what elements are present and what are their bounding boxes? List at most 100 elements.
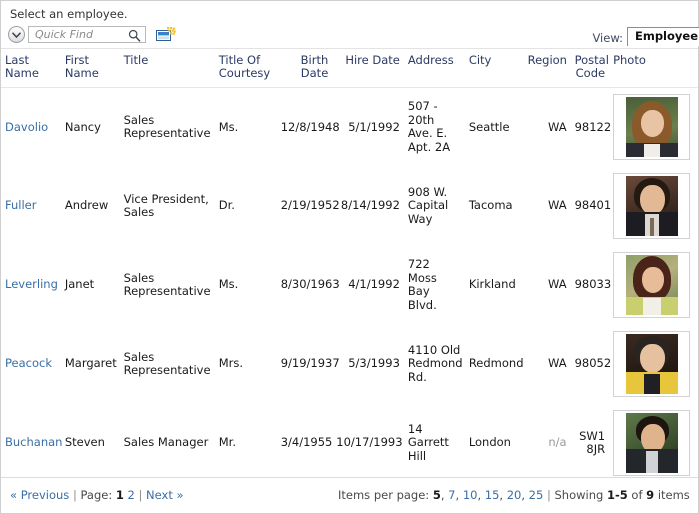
cell-last-name: Davolio xyxy=(1,88,61,167)
column-header-photo[interactable]: Photo xyxy=(609,49,698,88)
column-header-title-of-courtesy[interactable]: Title Of Courtesy xyxy=(215,49,277,88)
table-row[interactable]: Davolio Nancy Sales Representative Ms. 1… xyxy=(1,88,698,167)
cell-title: Sales Representative xyxy=(123,270,211,298)
cell-birth-date: 12/8/1948 xyxy=(280,119,340,134)
column-header-first-name[interactable]: First Name xyxy=(61,49,120,88)
column-header-city[interactable]: City xyxy=(465,49,524,88)
cell-title-of-courtesy: Mrs. xyxy=(218,356,244,371)
cell-city: Kirkland xyxy=(468,277,516,292)
view-selector: View: Employee xyxy=(592,26,699,46)
cell-hire-date: 5/3/1993 xyxy=(348,356,400,371)
cell-region: WA xyxy=(548,119,567,134)
showing-label: Showing xyxy=(554,488,607,502)
employee-link[interactable]: Davolio xyxy=(5,120,48,134)
cell-title: Sales Manager xyxy=(123,435,209,450)
cell-hire-date: 10/17/1993 xyxy=(336,435,403,450)
employee-photo xyxy=(616,413,687,473)
column-header-title[interactable]: Title xyxy=(120,49,215,88)
quick-find-box[interactable] xyxy=(28,26,146,43)
items-per-page-15[interactable]: 15 xyxy=(485,488,500,502)
cell-title: Vice President, Sales xyxy=(123,191,209,219)
cell-photo xyxy=(609,325,698,404)
items-per-page-label: Items per page: xyxy=(338,488,433,502)
cell-postal-code: 98122 xyxy=(574,119,612,134)
cell-title-of-courtesy: Dr. xyxy=(218,198,235,213)
cell-photo xyxy=(609,246,698,325)
items-per-page-20[interactable]: 20 xyxy=(507,488,522,502)
employee-link[interactable]: Leverling xyxy=(5,277,58,292)
separator: | xyxy=(69,488,81,502)
cell-birth-date: 3/4/1955 xyxy=(280,435,333,450)
previous-page-link[interactable]: « Previous xyxy=(10,488,69,502)
table-row[interactable]: Leverling Janet Sales Representative Ms.… xyxy=(1,246,698,325)
cell-last-name: Fuller xyxy=(1,167,61,246)
cell-city: London xyxy=(468,435,511,450)
column-header-last-name[interactable]: Last Name xyxy=(1,49,61,88)
view-tab-employee[interactable]: Employee xyxy=(626,27,699,46)
cell-region: WA xyxy=(548,198,567,213)
column-header-address[interactable]: Address xyxy=(404,49,465,88)
cell-address: 908 W. Capital Way xyxy=(407,184,449,226)
showing-total: 9 xyxy=(646,488,655,502)
photo-frame xyxy=(613,331,691,397)
photo-frame xyxy=(613,94,691,161)
items-per-page-7[interactable]: 7 xyxy=(448,488,455,502)
separator: | xyxy=(543,488,555,502)
pager-footer: « Previous | Page: 1 2 | Next » Items pe… xyxy=(1,477,698,513)
cell-postal-code: 98033 xyxy=(574,277,612,292)
cell-birth-date: 9/19/1937 xyxy=(280,356,340,371)
employee-link[interactable]: Fuller xyxy=(5,198,36,213)
cell-last-name: Buchanan xyxy=(1,404,62,479)
showing-of: of xyxy=(627,488,647,502)
pager-left: « Previous | Page: 1 2 | Next » xyxy=(10,488,184,502)
view-label: View: xyxy=(592,31,623,45)
next-page-link[interactable]: Next » xyxy=(146,488,183,502)
cell-hire-date: 4/1/1992 xyxy=(348,277,400,292)
page-number-2[interactable]: 2 xyxy=(128,488,135,502)
separator: | xyxy=(134,488,147,502)
cell-photo xyxy=(609,88,698,167)
cell-birth-date: 2/19/1952 xyxy=(280,198,340,213)
photo-frame xyxy=(613,173,691,239)
cell-photo xyxy=(609,404,698,479)
column-header-hire-date[interactable]: Hire Date xyxy=(332,49,404,88)
pager-right: Items per page: 5, 7, 10, 15, 20, 25 | S… xyxy=(338,488,690,502)
chevron-down-icon[interactable] xyxy=(8,26,25,43)
cell-first-name: Margaret xyxy=(64,356,117,371)
cell-first-name: Nancy xyxy=(64,119,101,134)
column-header-postal-code[interactable]: Postal Code xyxy=(571,49,609,88)
cell-first-name: Steven xyxy=(64,435,105,450)
photo-frame xyxy=(613,252,691,318)
table-row[interactable]: Buchanan Steven Sales Manager Mr. 3/4/19… xyxy=(1,404,698,479)
cell-last-name: Peacock xyxy=(1,325,61,404)
cell-address: 14 Garrett Hill xyxy=(407,421,449,463)
items-per-page-5[interactable]: 5 xyxy=(433,488,441,502)
table-header-row: Last Name First Name Title Title Of Cour… xyxy=(1,49,698,88)
column-header-region[interactable]: Region xyxy=(524,49,571,88)
items-per-page-10[interactable]: 10 xyxy=(463,488,478,502)
employee-grid: Last Name First Name Title Title Of Cour… xyxy=(1,49,698,478)
page-title: Select an employee. xyxy=(10,7,128,21)
cell-title: Sales Representative xyxy=(123,112,211,141)
employee-link[interactable]: Peacock xyxy=(5,356,52,371)
cell-city: Seattle xyxy=(468,119,510,134)
cell-hire-date: 5/1/1992 xyxy=(348,119,400,134)
table-row[interactable]: Fuller Andrew Vice President, Sales Dr. … xyxy=(1,167,698,246)
cell-title-of-courtesy: Ms. xyxy=(218,277,239,292)
cell-hire-date: 8/14/1992 xyxy=(340,198,400,213)
cell-address: 507 - 20th Ave. E. Apt. 2A xyxy=(407,99,451,154)
cell-region: WA xyxy=(548,356,567,371)
items-per-page-25[interactable]: 25 xyxy=(529,488,544,502)
search-input[interactable] xyxy=(29,27,127,42)
magnifier-icon[interactable] xyxy=(128,29,141,45)
photo-frame xyxy=(613,410,691,476)
new-record-icon[interactable] xyxy=(156,27,176,42)
cell-title-of-courtesy: Ms. xyxy=(218,119,239,134)
employee-photo xyxy=(616,334,687,394)
page-number-1[interactable]: 1 xyxy=(116,488,124,502)
employee-link[interactable]: Buchanan xyxy=(5,435,62,450)
quick-find-group xyxy=(8,25,146,44)
table-row[interactable]: Peacock Margaret Sales Representative Mr… xyxy=(1,325,698,404)
column-header-birth-date[interactable]: Birth Date xyxy=(277,49,333,88)
cell-city: Redmond xyxy=(468,356,524,371)
